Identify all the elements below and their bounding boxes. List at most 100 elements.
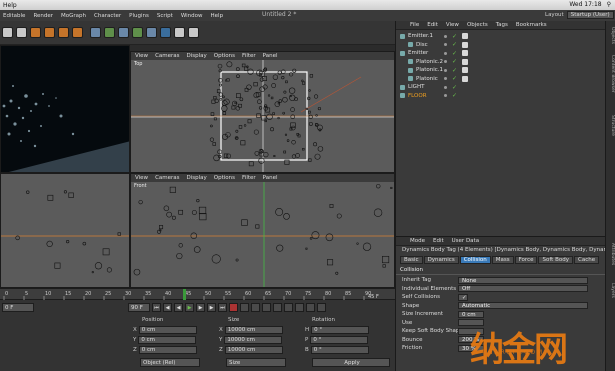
attr-tab[interactable]: Mass bbox=[491, 256, 514, 264]
menu-editable[interactable]: Editable bbox=[3, 13, 25, 19]
attribute-value[interactable]: ✓ bbox=[458, 293, 468, 301]
end-frame-field[interactable]: 90 F bbox=[128, 302, 150, 312]
dynamics-tag-icon[interactable] bbox=[462, 33, 468, 40]
array-icon[interactable] bbox=[132, 27, 143, 38]
om-menu-tags[interactable]: Tags bbox=[496, 22, 508, 28]
help-menu[interactable]: Help bbox=[3, 2, 17, 9]
menu-plugins[interactable]: Plugins bbox=[129, 13, 149, 19]
tab-layers[interactable]: Layers bbox=[607, 283, 615, 298]
visibility-dot-icon[interactable] bbox=[444, 85, 447, 89]
position-key-icon[interactable] bbox=[262, 302, 271, 312]
keyframe-icon[interactable] bbox=[251, 302, 260, 312]
object-row[interactable]: Platonic ✓ bbox=[396, 75, 605, 84]
scene-icon[interactable] bbox=[160, 27, 171, 38]
cube-icon[interactable] bbox=[90, 27, 101, 38]
attribute-value[interactable]: None bbox=[458, 276, 588, 284]
rotation-field[interactable]: 0 ° bbox=[310, 346, 369, 354]
visibility-dot-icon[interactable] bbox=[444, 77, 447, 81]
attribute-value[interactable]: Off bbox=[458, 285, 588, 293]
next-key-icon[interactable]: ▶ bbox=[207, 302, 216, 312]
visibility-dot-icon[interactable] bbox=[444, 68, 447, 72]
size-field[interactable]: 10000 cm bbox=[224, 346, 283, 354]
enabled-check-icon[interactable]: ✓ bbox=[452, 33, 457, 40]
attribute-value[interactable]: Automatic bbox=[458, 302, 588, 310]
attr-tab[interactable]: Basic bbox=[400, 256, 423, 264]
menu-window[interactable]: Window bbox=[181, 13, 203, 19]
om-menu-file[interactable]: File bbox=[410, 22, 419, 28]
visibility-dot-icon[interactable] bbox=[444, 43, 447, 47]
rotation-field[interactable]: 0 ° bbox=[310, 336, 369, 344]
dynamics-tag-icon[interactable] bbox=[462, 50, 468, 57]
record-icon[interactable] bbox=[229, 302, 238, 312]
size-field[interactable]: 10000 cm bbox=[224, 326, 283, 334]
am-menu-userdata[interactable]: User Data bbox=[452, 238, 479, 244]
am-menu-mode[interactable]: Mode bbox=[410, 238, 425, 244]
scale-key-icon[interactable] bbox=[284, 302, 293, 312]
deformer-icon[interactable] bbox=[146, 27, 157, 38]
enabled-check-icon[interactable]: ✓ bbox=[452, 92, 457, 99]
start-frame-field[interactable]: 0 F bbox=[2, 302, 34, 312]
am-menu-edit[interactable]: Edit bbox=[433, 238, 444, 244]
dynamics-tag-icon[interactable] bbox=[462, 41, 468, 48]
tab-structure[interactable]: Structure bbox=[607, 115, 615, 136]
pla-key-icon[interactable] bbox=[306, 302, 315, 312]
layout-dropdown[interactable]: Startup (User) bbox=[566, 11, 614, 19]
object-row[interactable]: Emitter ✓ bbox=[396, 49, 605, 58]
menu-help[interactable]: Help bbox=[211, 13, 224, 19]
spline-icon[interactable] bbox=[104, 27, 115, 38]
render-view-icon[interactable] bbox=[44, 27, 55, 38]
menu-mograph[interactable]: MoGraph bbox=[61, 13, 86, 19]
attr-tab[interactable]: Collision bbox=[459, 256, 491, 264]
axis-y-icon[interactable] bbox=[2, 27, 13, 38]
object-row[interactable]: FLOOR ✓ bbox=[396, 92, 605, 101]
om-menu-bookmarks[interactable]: Bookmarks bbox=[516, 22, 547, 28]
spotlight-icon[interactable]: ⚲ bbox=[607, 1, 611, 8]
light-icon[interactable] bbox=[188, 27, 199, 38]
visibility-dot-icon[interactable] bbox=[444, 34, 447, 38]
object-row[interactable]: LIGHT ✓ bbox=[396, 83, 605, 92]
step-back-icon[interactable]: ◀ bbox=[174, 302, 183, 312]
visibility-dot-icon[interactable] bbox=[444, 51, 447, 55]
nurbs-icon[interactable] bbox=[118, 27, 129, 38]
render-settings-icon[interactable] bbox=[72, 27, 83, 38]
om-menu-objects[interactable]: Objects bbox=[467, 22, 488, 28]
param-key-icon[interactable] bbox=[295, 302, 304, 312]
dynamics-tag-icon[interactable] bbox=[462, 75, 468, 82]
position-field[interactable]: 0 cm bbox=[138, 346, 197, 354]
attr-tab[interactable]: Cache bbox=[573, 256, 600, 264]
menu-character[interactable]: Character bbox=[94, 13, 121, 19]
attr-tab[interactable]: Soft Body bbox=[538, 256, 573, 264]
camera-icon[interactable] bbox=[174, 27, 185, 38]
size-field[interactable]: 10000 cm bbox=[224, 336, 283, 344]
attribute-value[interactable]: 0 cm bbox=[458, 310, 484, 318]
coord-mode-dropdown[interactable]: Object (Rel) bbox=[140, 358, 200, 367]
top-viewport[interactable]: View Cameras Display Options Filter Pane… bbox=[130, 51, 395, 173]
object-row[interactable]: Emitter.1 ✓ bbox=[396, 32, 605, 41]
enabled-check-icon[interactable]: ✓ bbox=[452, 58, 457, 65]
step-forward-icon[interactable]: ▶ bbox=[196, 302, 205, 312]
left-viewport[interactable] bbox=[0, 173, 130, 288]
play-icon[interactable]: ▶ bbox=[185, 302, 194, 312]
rotation-key-icon[interactable] bbox=[273, 302, 282, 312]
timeline-ruler[interactable]: 0 5 10 15 20 25 30 35 40 45 50 55 60 65 70 75 80 85 90 45 F bbox=[0, 288, 395, 301]
attr-tab[interactable]: Force bbox=[514, 256, 538, 264]
menu-render[interactable]: Render bbox=[33, 13, 53, 19]
menu-script[interactable]: Script bbox=[157, 13, 173, 19]
rotation-field[interactable]: 0 ° bbox=[311, 326, 370, 334]
om-menu-edit[interactable]: Edit bbox=[427, 22, 438, 28]
apply-button[interactable]: Apply bbox=[312, 358, 390, 367]
render-picture-icon[interactable] bbox=[58, 27, 69, 38]
tab-attributes[interactable]: Attributes bbox=[607, 243, 615, 265]
enabled-check-icon[interactable]: ✓ bbox=[452, 67, 457, 74]
attr-tab[interactable]: Dynamics bbox=[423, 256, 459, 264]
goto-start-icon[interactable]: ⏮ bbox=[152, 302, 161, 312]
enabled-check-icon[interactable]: ✓ bbox=[452, 41, 457, 48]
visibility-dot-icon[interactable] bbox=[444, 60, 447, 64]
size-mode-dropdown[interactable]: Size bbox=[226, 358, 286, 367]
front-viewport[interactable]: View Cameras Display Options Filter Pane… bbox=[130, 173, 395, 288]
position-field[interactable]: 0 cm bbox=[138, 336, 197, 344]
position-field[interactable]: 0 cm bbox=[138, 326, 197, 334]
enabled-check-icon[interactable]: ✓ bbox=[452, 84, 457, 91]
om-menu-view[interactable]: View bbox=[446, 22, 459, 28]
autokey-icon[interactable] bbox=[240, 302, 249, 312]
